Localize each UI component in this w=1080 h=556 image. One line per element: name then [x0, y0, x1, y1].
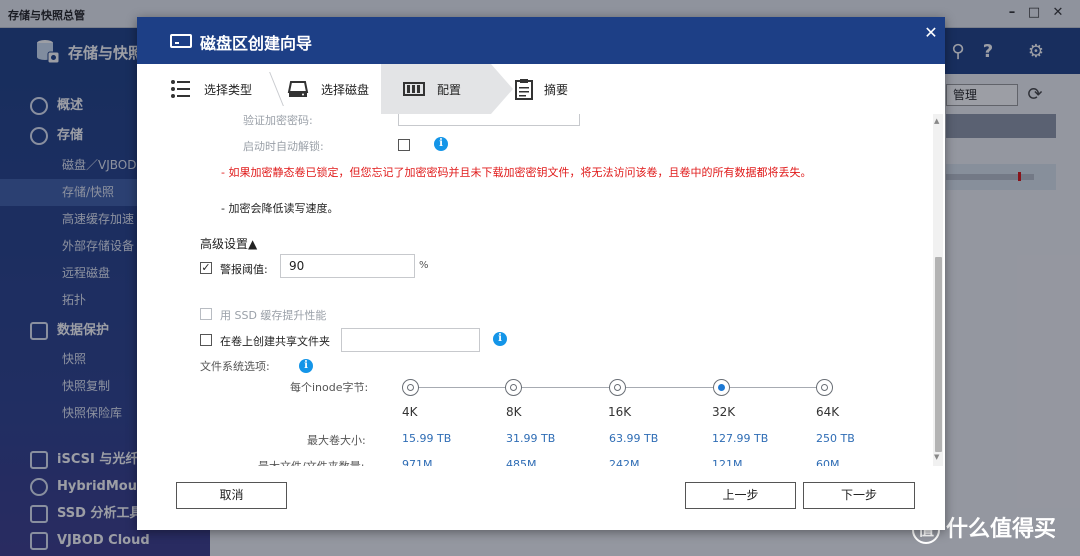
shared-folder-label: 在卷上创建共享文件夹 — [220, 335, 330, 348]
inode-size-label: 64K — [816, 405, 840, 419]
step-configure: 配置 — [381, 64, 513, 114]
inode-label: 每个inode字节: — [290, 381, 369, 394]
close-icon[interactable]: ✕ — [923, 23, 939, 42]
scrollbar-thumb[interactable] — [935, 257, 942, 452]
step-label: 配置 — [437, 83, 462, 97]
disk-icon — [287, 81, 309, 97]
max-files-label: 最大文件/文件夹数量: — [258, 458, 364, 466]
info-icon[interactable]: i — [434, 137, 448, 151]
info-icon[interactable]: i — [299, 359, 313, 373]
max-volume-value: 127.99 TB — [712, 432, 769, 445]
dialog-header: 磁盘区创建向导 ✕ — [137, 17, 945, 64]
ssd-cache-label: 用 SSD 缓存提升性能 — [220, 309, 327, 322]
cancel-button[interactable]: 取消 — [176, 482, 287, 509]
dialog-footer: 取消 上一步 下一步 — [137, 466, 945, 530]
encryption-warning: - 如果加密静态卷已锁定，但您忘记了加密密码并且未下载加密密钥文件，将无法访问该… — [221, 166, 812, 179]
previous-button[interactable]: 上一步 — [685, 482, 796, 509]
ssd-cache-checkbox[interactable] — [200, 308, 212, 320]
alert-threshold-label: 警报阈值: — [220, 263, 268, 276]
inode-option-8k-radio[interactable] — [505, 379, 522, 396]
step-label: 选择类型 — [204, 83, 253, 97]
alert-threshold-input[interactable]: 90 — [280, 254, 415, 278]
dialog-body: 验证加密密码: 启动时自动解锁: i - 如果加密静态卷已锁定，但您忘记了加密密… — [137, 114, 945, 466]
auto-unlock-checkbox[interactable] — [398, 139, 410, 151]
encryption-note: - 加密会降低读写速度。 — [221, 202, 339, 215]
dialog-title: 磁盘区创建向导 — [200, 34, 313, 53]
max-volume-value: 63.99 TB — [609, 432, 659, 445]
inode-option-4k-radio[interactable] — [402, 379, 419, 396]
inode-option-64k-radio[interactable] — [816, 379, 833, 396]
config-icon — [403, 82, 425, 96]
step-label: 摘要 — [544, 83, 569, 97]
inode-size-label: 16K — [608, 405, 632, 419]
inode-slider-track — [514, 387, 611, 388]
inode-slider-track — [723, 387, 819, 388]
inode-option-16k-radio[interactable] — [609, 379, 626, 396]
shared-folder-checkbox[interactable] — [200, 334, 212, 346]
scroll-up-icon[interactable]: ▲ — [934, 117, 939, 125]
inode-size-label: 32K — [712, 405, 736, 419]
scroll-down-icon[interactable]: ▼ — [934, 453, 939, 461]
clipboard-icon — [515, 79, 533, 100]
inode-size-label: 8K — [506, 405, 522, 419]
inode-size-label: 4K — [402, 405, 418, 419]
disk-icon — [170, 34, 192, 48]
volume-wizard-dialog: 磁盘区创建向导 ✕ 选择类型 选择磁盘 配置 摘要 验证加密密码: 启动时自动解… — [137, 17, 945, 530]
step-label: 选择磁盘 — [321, 83, 370, 97]
inode-slider-track — [411, 387, 507, 388]
wizard-steps: 选择类型 选择磁盘 配置 摘要 — [137, 64, 945, 114]
max-volume-value: 250 TB — [816, 432, 855, 445]
max-volume-value: 31.99 TB — [506, 432, 556, 445]
max-volume-value: 15.99 TB — [402, 432, 452, 445]
max-files-value: 485M — [506, 458, 537, 466]
advanced-settings-toggle[interactable]: 高级设置▲ — [200, 235, 257, 252]
max-files-value: 121M — [712, 458, 743, 466]
max-files-value: 60M — [816, 458, 840, 466]
list-icon — [171, 80, 190, 98]
info-icon[interactable]: i — [493, 332, 507, 346]
fs-options-label: 文件系统选项: — [200, 360, 270, 373]
percent-unit: % — [419, 260, 429, 271]
step-summary: 摘要 — [513, 64, 633, 114]
max-files-value: 242M — [609, 458, 640, 466]
max-volume-label: 最大卷大小: — [307, 434, 366, 447]
inode-slider-track — [618, 387, 715, 388]
max-files-value: 971M — [402, 458, 433, 466]
inode-option-32k-radio[interactable] — [713, 379, 730, 396]
step-select-disk: 选择磁盘 — [287, 64, 381, 114]
alert-threshold-checkbox[interactable]: ✓ — [200, 262, 212, 274]
verify-password-field[interactable] — [398, 114, 580, 126]
auto-unlock-label: 启动时自动解锁: — [243, 140, 324, 153]
shared-folder-input[interactable] — [341, 328, 480, 352]
next-button[interactable]: 下一步 — [803, 482, 915, 509]
verify-password-label: 验证加密密码: — [243, 114, 313, 127]
